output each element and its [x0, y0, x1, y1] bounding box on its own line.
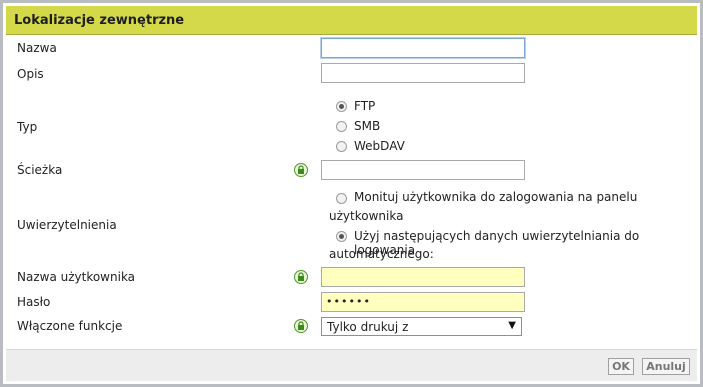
lock-icon — [294, 270, 308, 284]
cancel-button[interactable]: Anuluj — [642, 358, 690, 375]
name-input[interactable] — [321, 38, 525, 58]
username-label: Nazwa użytkownika — [17, 270, 136, 284]
chevron-down-icon: ▼ — [508, 320, 516, 331]
description-label: Opis — [17, 67, 44, 81]
type-option-smb-label: SMB — [354, 119, 381, 133]
path-input[interactable] — [321, 160, 525, 180]
dialog-title: Lokalizacje zewnętrzne — [14, 13, 185, 28]
dialog-titlebar: Lokalizacje zewnętrzne — [6, 6, 697, 35]
auth-option-credentials-label-cont: automatycznego: — [329, 247, 434, 261]
enabled-functions-value: Tylko drukuj z — [327, 320, 409, 334]
type-radio-smb[interactable] — [336, 121, 347, 132]
enabled-functions-label: Włączone funkcje — [17, 319, 123, 333]
username-input[interactable] — [321, 267, 525, 287]
authentication-label: Uwierzytelnienia — [17, 218, 117, 232]
type-radio-ftp[interactable] — [336, 101, 347, 112]
description-input[interactable] — [321, 63, 525, 83]
type-option-webdav-label: WebDAV — [354, 139, 405, 153]
auth-radio-prompt[interactable] — [336, 193, 347, 204]
auth-option-prompt-label: Monituj użytkownika do zalogowania na pa… — [354, 190, 638, 204]
type-radio-webdav[interactable] — [336, 141, 347, 152]
password-input[interactable]: •••••• — [321, 292, 525, 312]
ok-button[interactable]: OK — [608, 358, 634, 375]
password-label: Hasło — [17, 295, 51, 309]
type-label: Typ — [17, 120, 38, 134]
enabled-functions-select[interactable]: Tylko drukuj z ▼ — [321, 317, 522, 336]
type-option-ftp-label: FTP — [354, 99, 376, 113]
auth-radio-credentials[interactable] — [336, 231, 347, 242]
lock-icon — [294, 319, 308, 333]
auth-option-prompt-label-cont: użytkownika — [329, 209, 404, 223]
name-label: Nazwa — [17, 41, 57, 55]
path-label: Ścieżka — [17, 163, 63, 177]
lock-icon — [294, 163, 308, 177]
external-locations-dialog: Lokalizacje zewnętrzne Nazwa Opis Typ FT… — [0, 0, 703, 387]
dialog-footer: OK Anuluj — [6, 349, 697, 381]
